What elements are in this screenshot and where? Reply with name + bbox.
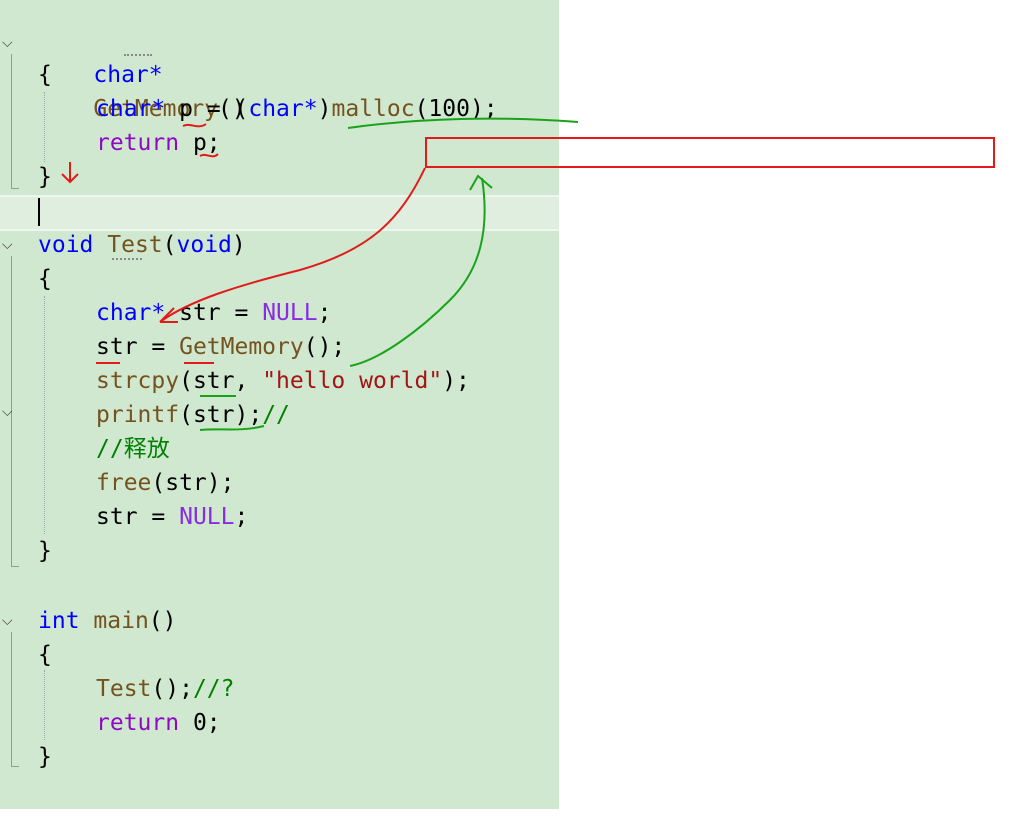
annotation-green-underline — [199, 425, 265, 431]
annotation-green-underline — [347, 117, 579, 129]
handwritten-annotations — [61, 117, 579, 431]
annotation-green-arrowhead — [469, 174, 493, 191]
annotation-red-underline — [182, 123, 207, 128]
annotation-red-arrow — [159, 167, 426, 323]
annotation-green-arrow — [349, 177, 486, 367]
annotation-red-down-arrow — [61, 162, 79, 184]
annotation-red-underline — [199, 153, 219, 158]
